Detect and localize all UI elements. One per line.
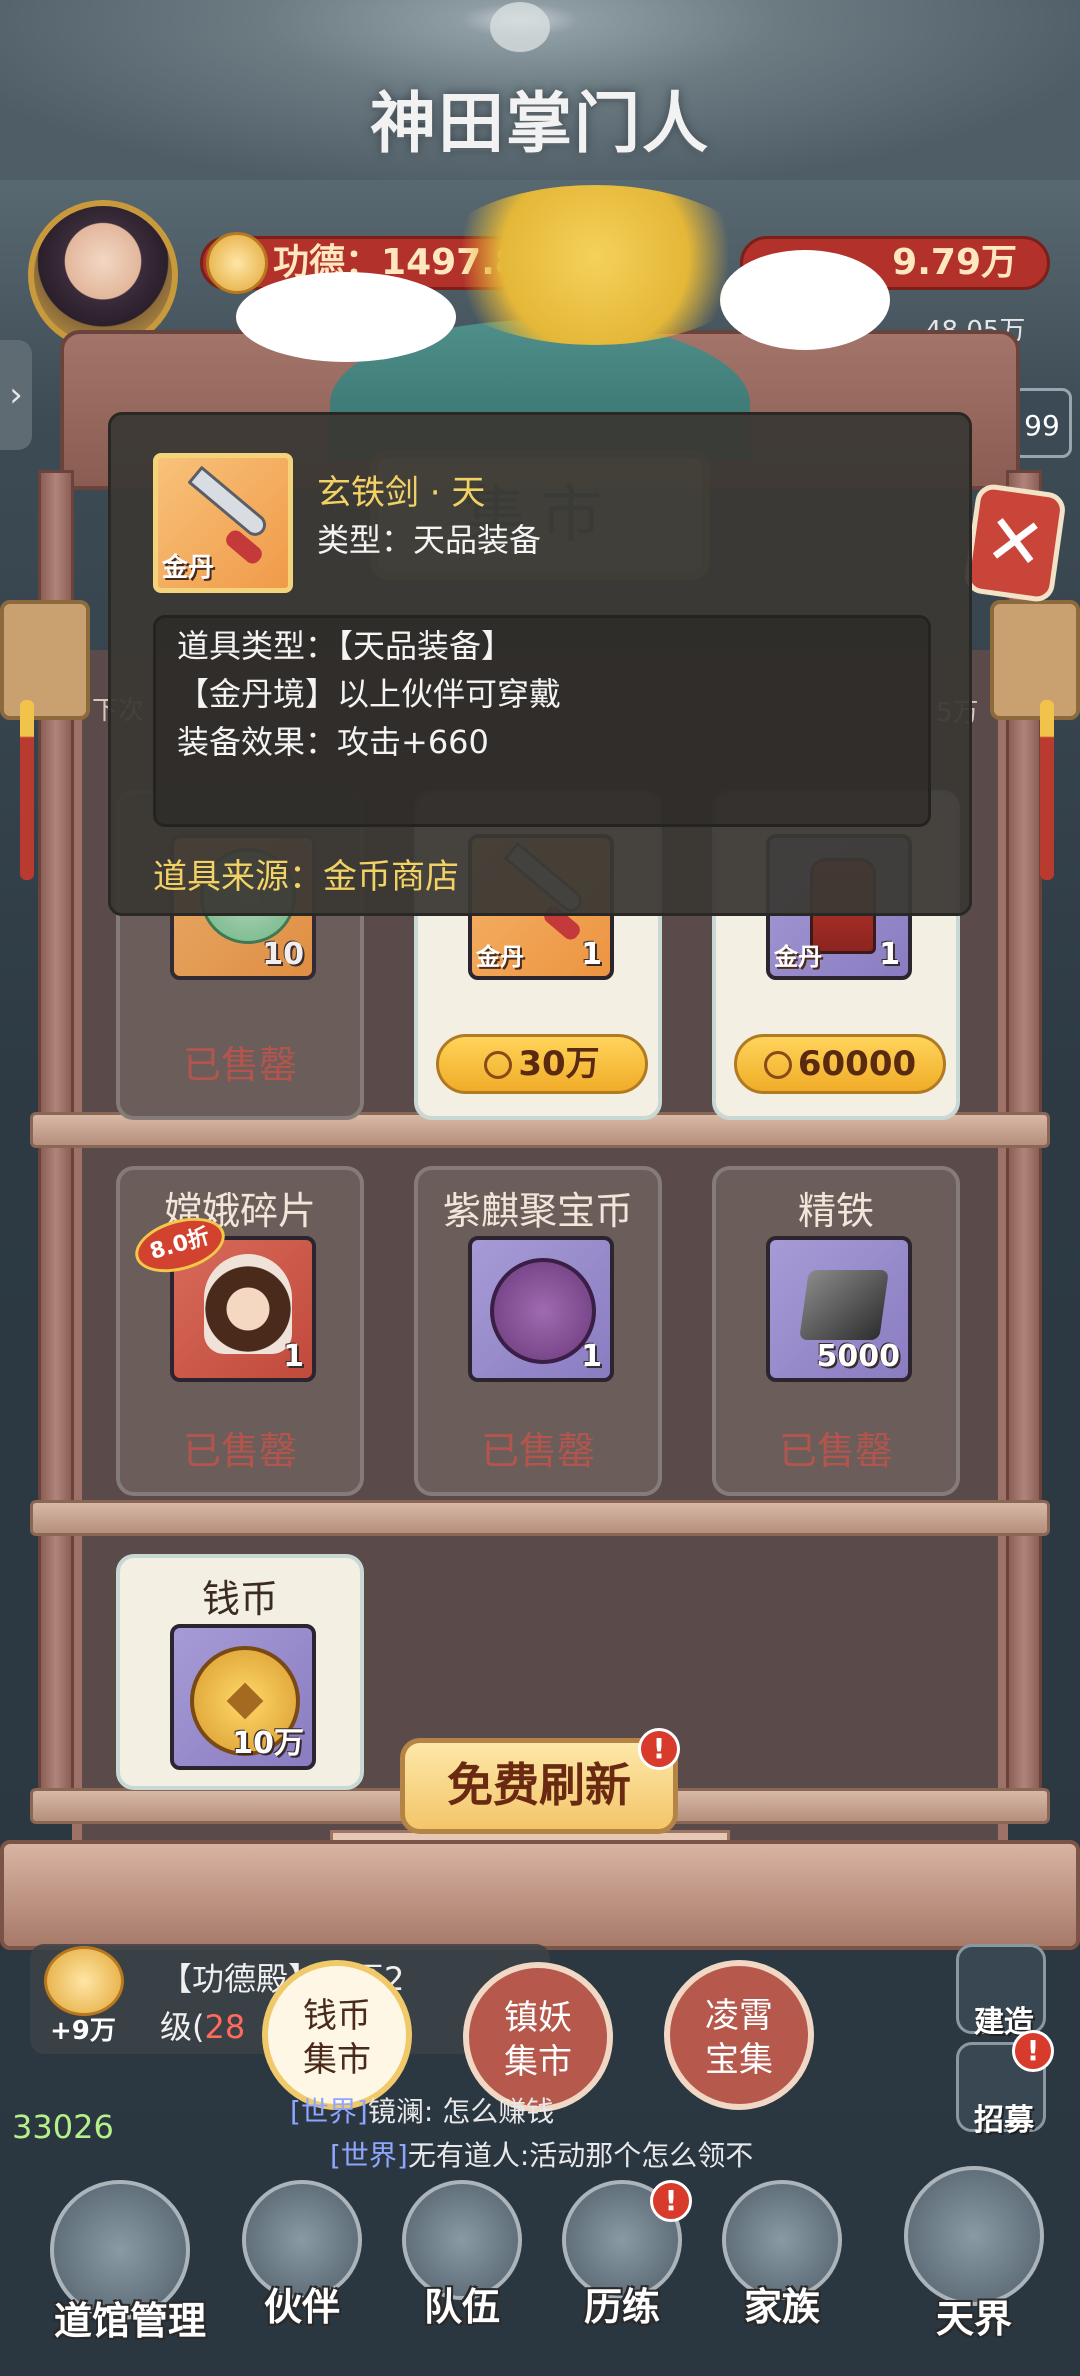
nav-partner[interactable]: 伙伴: [232, 2180, 372, 2329]
tab-coin-market[interactable]: 钱币 集市: [262, 1960, 412, 2110]
tab-label-line1: 凌霄: [705, 1996, 773, 2036]
tab-label-line1: 镇妖: [504, 1998, 572, 2038]
free-refresh-button[interactable]: 免费刷新: [400, 1738, 678, 1834]
close-icon: ✕: [980, 497, 1050, 587]
shop-card-refined-iron[interactable]: 精铁 5000 已售罄: [712, 1166, 960, 1496]
recruit-label: 招募: [974, 2103, 1034, 2138]
nav-heaven-realm[interactable]: 天界: [894, 2166, 1054, 2341]
chat-channel-tag: [世界]: [330, 2139, 408, 2172]
game-logo: 神田掌门人: [370, 84, 710, 162]
tab-lingxiao-market[interactable]: 凌霄 宝集: [664, 1960, 814, 2110]
left-lantern: [0, 600, 90, 720]
item-slot: 1: [468, 1236, 614, 1382]
iron-ingot-icon: [799, 1270, 889, 1340]
build-button[interactable]: 建造: [956, 1944, 1046, 2040]
sold-out-label: 已售罄: [480, 1429, 595, 1473]
item-name: 精铁: [797, 1189, 874, 1233]
player-avatar[interactable]: [28, 200, 178, 350]
chat-message[interactable]: [世界]无有道人:活动那个怎么领不: [330, 2134, 753, 2174]
side-counter-badge[interactable]: 99: [1012, 388, 1072, 458]
right-tassel: [1040, 700, 1054, 880]
tooltip-item-category: 道具类型：【天品装备】: [177, 627, 514, 665]
tab-label-line2: 宝集: [705, 2040, 773, 2080]
nav-label: 天界: [935, 2296, 1012, 2341]
shelf-base: [0, 1840, 1080, 1950]
tab-label-line2: 集市: [504, 2042, 572, 2082]
shop-card-change-shard[interactable]: 嫦娥碎片 1 8.0折 已售罄: [116, 1166, 364, 1496]
chat-text: 镜澜: 怎么赚钱: [367, 2095, 555, 2128]
coin-icon: [763, 1051, 792, 1079]
nav-label: 历练: [583, 2284, 660, 2329]
nav-label: 家族: [743, 2284, 820, 2329]
sold-out-label: 已售罄: [182, 1429, 297, 1473]
shop-card-qilin-coin[interactable]: 紫麒聚宝币 1 已售罄: [414, 1166, 662, 1496]
item-quantity: 1: [879, 937, 900, 972]
tooltip-item-name: 玄铁剑 · 天: [317, 473, 486, 513]
nav-label: 队伍: [423, 2284, 500, 2329]
shop-card-coins[interactable]: 钱币 10万: [116, 1554, 364, 1790]
tooltip-item-type: 类型：天品装备: [317, 521, 542, 559]
chat-channel-tag: [世界]: [290, 2095, 368, 2128]
buy-button[interactable]: 60000: [734, 1034, 946, 1094]
quest-level-value: 28: [204, 2008, 246, 2046]
item-quantity: 10万: [232, 1726, 304, 1761]
item-quantity: 5000: [816, 1339, 901, 1374]
qilin-coin-icon: [490, 1258, 596, 1364]
left-tassel: [20, 700, 34, 880]
item-quantity: 10: [262, 937, 304, 972]
item-rank: 金丹: [162, 553, 215, 583]
price-value: 60000: [797, 1044, 917, 1084]
right-lantern: [990, 600, 1080, 720]
sold-out-label: 已售罄: [778, 1429, 893, 1473]
nav-family[interactable]: 家族: [712, 2180, 852, 2329]
sword-icon: [187, 465, 271, 541]
item-quantity: 1: [581, 1339, 602, 1374]
refresh-alert-badge: !: [638, 1728, 680, 1770]
lotus-reward-icon: [44, 1946, 124, 2016]
tab-label-line1: 钱币: [303, 1996, 371, 2036]
item-name: 紫麒聚宝币: [442, 1189, 633, 1233]
online-count: 33026: [12, 2108, 114, 2146]
expand-left-tab[interactable]: ›: [0, 340, 32, 450]
coin-value: 9.79万: [892, 242, 1017, 283]
training-alert-badge: !: [650, 2180, 692, 2222]
quest-reward: +9万: [50, 2016, 116, 2046]
nav-label: 伙伴: [263, 2284, 340, 2329]
item-name: 钱币: [201, 1577, 278, 1621]
heaven-realm-icon: [904, 2166, 1044, 2306]
item-rank: 金丹: [774, 943, 822, 971]
chat-message[interactable]: [世界]镜澜: 怎么赚钱: [290, 2090, 554, 2130]
item-quantity: 1: [581, 937, 602, 972]
item-slot: 10万: [170, 1624, 316, 1770]
item-rank: 金丹: [476, 943, 524, 971]
tooltip-equip-effect: 装备效果：攻击+660: [177, 723, 489, 761]
close-button[interactable]: ✕: [962, 482, 1068, 604]
chat-text: 无有道人:活动那个怎么领不: [407, 2139, 754, 2172]
cloud-decoration: [236, 272, 456, 362]
nav-label: 道馆管理: [53, 2298, 206, 2343]
shelf-plank: [30, 1500, 1050, 1536]
nav-dojo-management[interactable]: 道馆管理: [40, 2180, 206, 2343]
price-value: 30万: [518, 1044, 600, 1084]
quest-level-prefix: 级(: [160, 2008, 205, 2046]
buy-button[interactable]: 30万: [436, 1034, 648, 1094]
sold-out-label: 已售罄: [182, 1043, 297, 1087]
recruit-alert-badge: !: [1012, 2030, 1054, 2072]
tooltip-equip-requirement: 【金丹境】以上伙伴可穿戴: [177, 675, 562, 713]
moon-decoration: [490, 2, 550, 52]
tooltip-item-source: 道具来源：金币商店: [153, 857, 459, 897]
golden-tree-decoration: [430, 185, 760, 345]
tooltip-item-icon: 金丹: [153, 453, 293, 593]
item-tooltip: 金丹 玄铁剑 · 天 类型：天品装备 道具类型：【天品装备】 【金丹境】以上伙伴…: [108, 412, 972, 916]
tab-label-line2: 集市: [303, 2040, 371, 2080]
lotus-icon: [206, 232, 268, 294]
item-quantity: 1: [283, 1339, 304, 1374]
nav-team[interactable]: 队伍: [392, 2180, 532, 2329]
coin-hole: [226, 1682, 264, 1720]
character-portrait-icon: [204, 1254, 292, 1354]
coin-icon: [484, 1051, 513, 1079]
item-slot: 5000: [766, 1236, 912, 1382]
